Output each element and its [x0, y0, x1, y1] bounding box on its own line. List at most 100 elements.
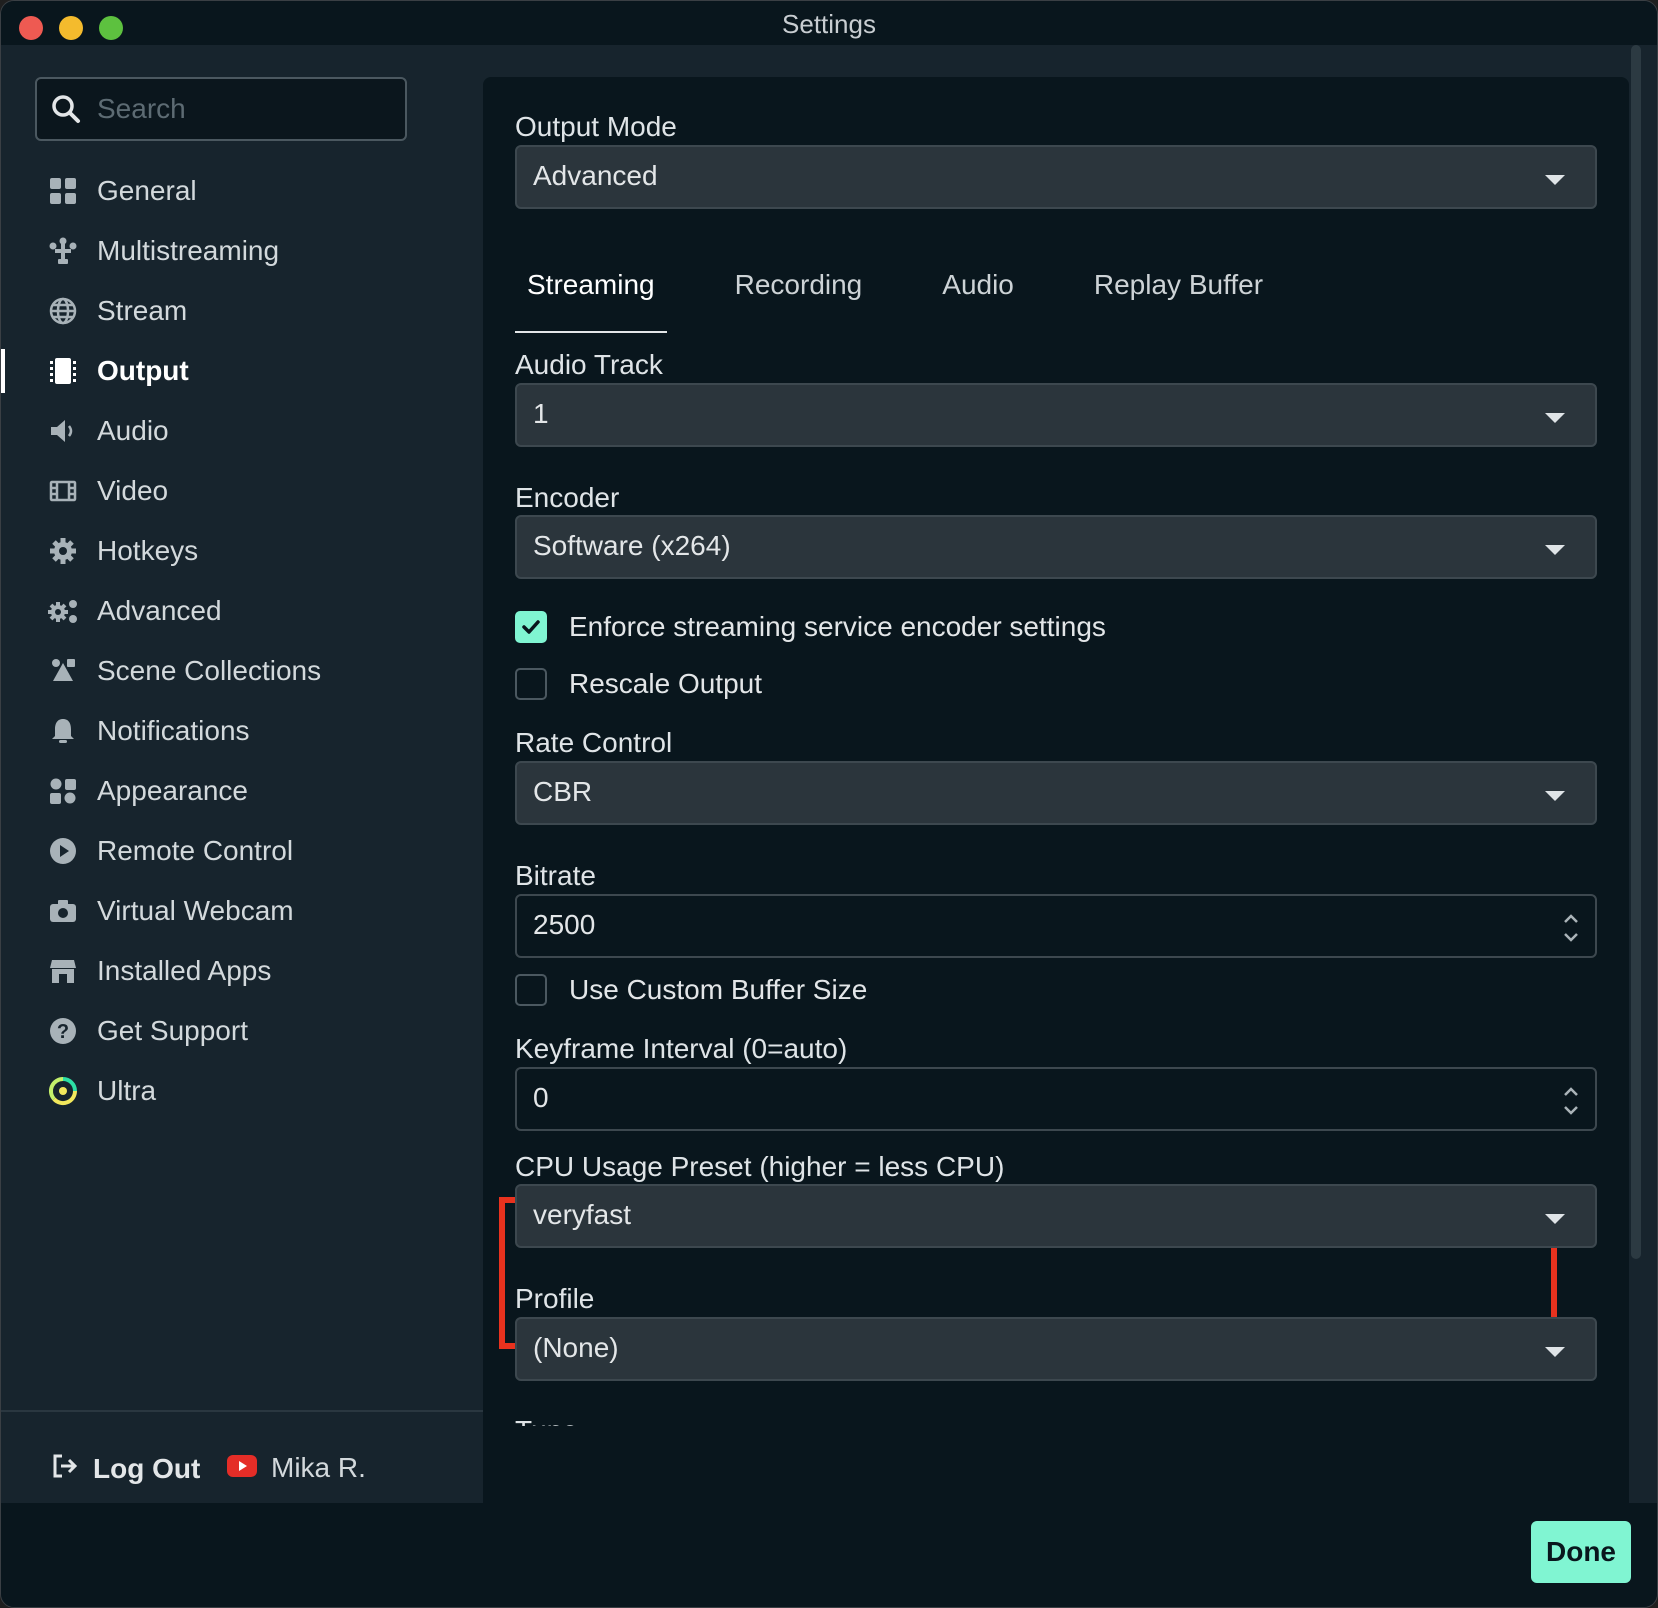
- tab-audio[interactable]: Audio: [930, 257, 1026, 333]
- sidebar-item-label: Get Support: [97, 1015, 248, 1046]
- sidebar-item-appearance[interactable]: Appearance: [1, 761, 483, 821]
- keyframe-interval-value: 0: [533, 1082, 549, 1113]
- multistream-icon: [47, 235, 79, 267]
- cpu-preset-select[interactable]: veryfast: [515, 1184, 1597, 1248]
- spinner-arrows-icon[interactable]: [1559, 908, 1583, 948]
- output-tabs: Streaming Recording Audio Replay Buffer: [515, 257, 1331, 333]
- search-input[interactable]: [97, 89, 387, 129]
- user-account: Mika R.: [227, 1452, 366, 1484]
- enforce-encoder-checkbox-row[interactable]: Enforce streaming service encoder settin…: [515, 609, 1106, 645]
- rate-control-select[interactable]: CBR: [515, 761, 1597, 825]
- tab-replay-buffer[interactable]: Replay Buffer: [1082, 257, 1275, 333]
- tune-label: Tune: [515, 1415, 578, 1426]
- enforce-encoder-checkbox[interactable]: [515, 611, 547, 643]
- sidebar-item-label: Notifications: [97, 715, 250, 746]
- sidebar-item-general[interactable]: General: [1, 161, 483, 221]
- speaker-icon: [47, 415, 79, 447]
- sidebar-item-ultra[interactable]: Ultra: [1, 1061, 483, 1121]
- chevron-down-icon: [1545, 1347, 1565, 1357]
- appearance-icon: [47, 775, 79, 807]
- bitrate-value: 2500: [533, 909, 596, 940]
- gears-icon: [47, 595, 79, 627]
- output-mode-select[interactable]: Advanced: [515, 145, 1597, 209]
- keyframe-interval-input[interactable]: 0: [515, 1067, 1597, 1131]
- custom-buffer-checkbox[interactable]: [515, 974, 547, 1006]
- output-mode-label: Output Mode: [515, 111, 677, 142]
- search-box[interactable]: [35, 77, 407, 141]
- sidebar-item-output[interactable]: Output: [1, 341, 483, 401]
- sidebar-item-label: Remote Control: [97, 835, 294, 866]
- sidebar-item-installed-apps[interactable]: Installed Apps: [1, 941, 483, 1001]
- output-settings-panel: Output Mode Advanced Streaming Recording…: [483, 77, 1629, 1503]
- sidebar-item-remote-control[interactable]: Remote Control: [1, 821, 483, 881]
- play-circle-icon: [47, 835, 79, 867]
- camera-icon: [47, 895, 79, 927]
- profile-label: Profile: [515, 1283, 595, 1314]
- youtube-icon: [227, 1454, 257, 1482]
- sidebar-item-label: Audio: [97, 415, 169, 446]
- sidebar-item-scene-collections[interactable]: Scene Collections: [1, 641, 483, 701]
- logout-icon: [51, 1452, 79, 1485]
- chevron-down-icon: [1545, 791, 1565, 801]
- sidebar-item-label: Appearance: [97, 775, 249, 806]
- profile-select[interactable]: (None): [515, 1317, 1597, 1381]
- output-icon: [47, 355, 79, 387]
- sidebar-item-label: Video: [97, 475, 169, 506]
- globe-icon: [47, 295, 79, 327]
- sidebar-item-notifications[interactable]: Notifications: [1, 701, 483, 761]
- cpu-preset-value: veryfast: [533, 1199, 632, 1230]
- rescale-output-label: Rescale Output: [569, 668, 762, 699]
- bottom-bar: Done: [1, 1503, 1657, 1607]
- enforce-encoder-label: Enforce streaming service encoder settin…: [569, 611, 1106, 642]
- encoder-value: Software (x264): [533, 530, 731, 561]
- audio-track-select[interactable]: 1: [515, 383, 1597, 447]
- bitrate-input[interactable]: 2500: [515, 894, 1597, 958]
- sidebar-item-label: Virtual Webcam: [97, 895, 294, 926]
- sidebar-item-virtual-webcam[interactable]: Virtual Webcam: [1, 881, 483, 941]
- sidebar-item-label: Installed Apps: [97, 955, 272, 986]
- sidebar-item-stream[interactable]: Stream: [1, 281, 483, 341]
- encoder-select[interactable]: Software (x264): [515, 515, 1597, 579]
- sidebar-item-label: Stream: [97, 295, 188, 326]
- chevron-down-icon: [1545, 413, 1565, 423]
- sidebar-item-multistreaming[interactable]: Multistreaming: [1, 221, 483, 281]
- sidebar-item-label: Ultra: [97, 1075, 157, 1106]
- svg-text:?: ?: [57, 1021, 69, 1043]
- cpu-preset-label: CPU Usage Preset (higher = less CPU): [515, 1151, 1005, 1182]
- sidebar-item-advanced[interactable]: Advanced: [1, 581, 483, 641]
- rate-control-label: Rate Control: [515, 727, 673, 758]
- sidebar-footer: Log Out Mika R.: [1, 1410, 483, 1503]
- custom-buffer-checkbox-row[interactable]: Use Custom Buffer Size: [515, 972, 867, 1008]
- keyframe-interval-label: Keyframe Interval (0=auto): [515, 1033, 848, 1064]
- sidebar-item-video[interactable]: Video: [1, 461, 483, 521]
- logout-button[interactable]: Log Out: [51, 1452, 200, 1485]
- done-button[interactable]: Done: [1531, 1521, 1631, 1583]
- checkmark-icon: [522, 620, 540, 634]
- logout-label: Log Out: [93, 1452, 201, 1484]
- ultra-icon: [47, 1075, 79, 1107]
- audio-track-value: 1: [533, 398, 549, 429]
- output-mode-value: Advanced: [533, 160, 658, 191]
- film-icon: [47, 475, 79, 507]
- rescale-output-checkbox[interactable]: [515, 668, 547, 700]
- user-name: Mika R.: [271, 1452, 366, 1483]
- store-icon: [47, 955, 79, 987]
- rescale-output-checkbox-row[interactable]: Rescale Output: [515, 666, 762, 702]
- tab-streaming[interactable]: Streaming: [515, 257, 667, 333]
- scrollbar[interactable]: [1631, 45, 1641, 1259]
- sidebar-item-audio[interactable]: Audio: [1, 401, 483, 461]
- tab-recording[interactable]: Recording: [723, 257, 875, 333]
- custom-buffer-label: Use Custom Buffer Size: [569, 974, 868, 1005]
- sidebar-item-get-support[interactable]: ? Get Support: [1, 1001, 483, 1061]
- sidebar-item-label: Scene Collections: [97, 655, 322, 686]
- settings-window: Settings General Multistreaming: [0, 0, 1658, 1608]
- bitrate-label: Bitrate: [515, 860, 596, 891]
- bell-icon: [47, 715, 79, 747]
- title-bar: Settings: [1, 1, 1657, 45]
- sidebar-item-label: Multistreaming: [97, 235, 280, 266]
- sidebar-item-hotkeys[interactable]: Hotkeys: [1, 521, 483, 581]
- spinner-arrows-icon[interactable]: [1559, 1081, 1583, 1121]
- grid-icon: [47, 175, 79, 207]
- sidebar-item-label: Hotkeys: [97, 535, 199, 566]
- encoder-label: Encoder: [515, 482, 620, 513]
